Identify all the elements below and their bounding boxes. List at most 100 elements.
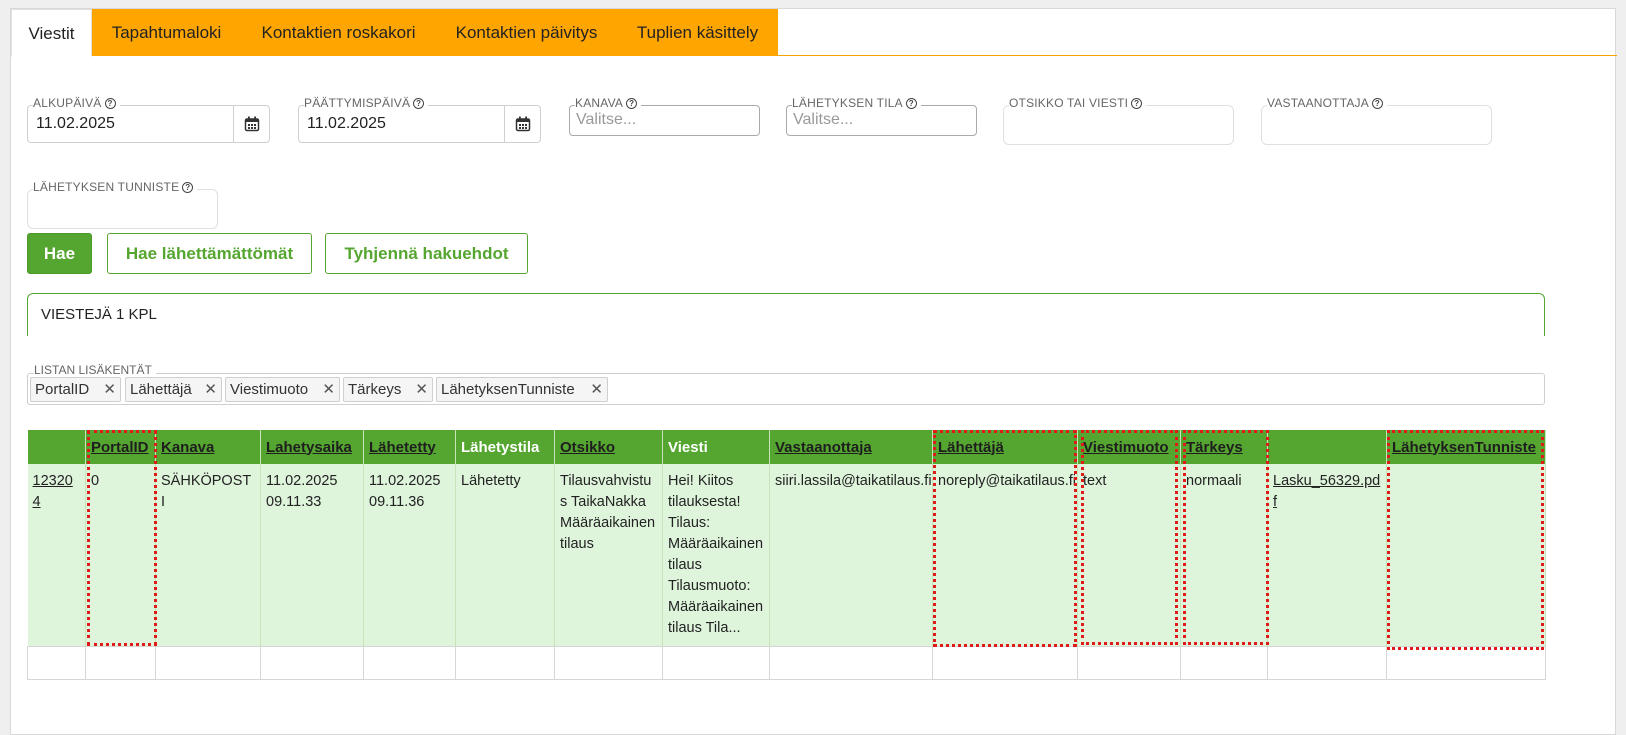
col-header-lahetysaika[interactable]: Lahetysaika [260, 430, 364, 464]
empty-cell [769, 646, 933, 680]
cell-attachment: Lasku_56329.pdf [1267, 464, 1387, 647]
tab-viestit[interactable]: Viestit [11, 9, 92, 57]
app-frame: Viestit Tapahtumaloki Kontaktien roskako… [10, 8, 1617, 735]
clear-filters-button[interactable]: Tyhjennä hakuehdot [325, 233, 528, 274]
tab-kontaktien-roskakori[interactable]: Kontaktien roskakori [241, 9, 436, 56]
remove-chip-icon[interactable]: ✕ [415, 378, 428, 401]
col-header-portalid[interactable]: PortalID [85, 430, 156, 464]
col-header-kanava[interactable]: Kanava [155, 430, 261, 464]
empty-cell [932, 646, 1078, 680]
chip-label: PortalID [35, 381, 90, 398]
empty-cell [455, 646, 555, 680]
cell-otsikko: Tilausvahvistus TaikaNakka Määräaikainen… [554, 464, 663, 647]
end-date-value: 11.02.2025 [307, 115, 386, 132]
cell-lahettaja: noreply@taikatilaus.fi [932, 464, 1078, 647]
subject-label: OTSIKKO TAI VIESTI? [1009, 96, 1147, 110]
chip-label: Viestimuoto [230, 381, 309, 398]
table-header-row: PortalID Kanava Lahetysaika Lähetetty Lä… [27, 430, 1546, 464]
cell-id: 123204 [27, 464, 86, 647]
cell-kanava: SÄHKÖPOSTI [155, 464, 261, 647]
send-status-placeholder: Valitse... [793, 111, 854, 128]
chip-lahetyksentunniste: LähetyksenTunniste ✕ [436, 377, 608, 402]
start-date-field: 11.02.2025 ALKUPÄIVÄ? [27, 96, 270, 143]
start-date-label: ALKUPÄIVÄ? [33, 96, 120, 110]
table-row: 123204 0 SÄHKÖPOSTI 11.02.2025 09.11.33 … [27, 464, 1546, 647]
start-date-input[interactable]: 11.02.2025 [27, 105, 270, 143]
tab-kontaktien-paivitys[interactable]: Kontaktien päivitys [436, 9, 617, 56]
col-header-viestimuoto[interactable]: Viestimuoto [1077, 430, 1181, 464]
channel-placeholder: Valitse... [576, 111, 637, 128]
col-header-vastaanottaja[interactable]: Vastaanottaja [769, 430, 933, 464]
table-empty-row [27, 646, 1546, 680]
attachment-link[interactable]: Lasku_56329.pdf [1273, 473, 1380, 510]
col-header-tarkeys[interactable]: Tärkeys [1180, 430, 1268, 464]
extra-fields-select[interactable]: LISTAN LISÄKENTÄT PortalID ✕ Lähettäjä ✕ V… [27, 363, 1545, 405]
channel-label: KANAVA? [575, 96, 642, 110]
calendar-icon[interactable] [504, 106, 540, 142]
empty-cell [363, 646, 456, 680]
remove-chip-icon[interactable]: ✕ [322, 378, 335, 401]
cell-lahetyksentunniste [1386, 464, 1546, 647]
recipient-label: VASTAANOTTAJA? [1267, 96, 1387, 110]
extra-fields-label: LISTAN LISÄKENTÄT [34, 363, 156, 377]
help-icon[interactable]: ? [1371, 98, 1383, 110]
chip-tarkeys: Tärkeys ✕ [343, 377, 433, 402]
send-id-field: LÄHETYKSEN TUNNISTE? [27, 180, 218, 229]
empty-cell [1077, 646, 1181, 680]
calendar-icon[interactable] [233, 106, 269, 142]
recipient-input[interactable] [1261, 105, 1492, 145]
help-icon[interactable]: ? [104, 98, 116, 110]
chip-lahettaja: Lähettäjä ✕ [125, 377, 222, 402]
empty-cell [27, 646, 86, 680]
col-header-id [27, 430, 86, 464]
tab-tapahtumaloki[interactable]: Tapahtumaloki [92, 9, 241, 56]
remove-chip-icon[interactable]: ✕ [590, 378, 603, 401]
cell-portalid: 0 [85, 464, 156, 647]
empty-cell [1180, 646, 1268, 680]
result-count: VIESTEJÄ 1 KPL [41, 306, 157, 323]
chip-portalid: PortalID ✕ [30, 377, 121, 402]
end-date-label: PÄÄTTYMISPÄIVÄ? [304, 96, 429, 110]
chip-label: Lähettäjä [130, 381, 192, 398]
channel-field: Valitse... KANAVA? [569, 96, 760, 136]
col-header-otsikko[interactable]: Otsikko [554, 430, 663, 464]
cell-lahetystila: Lähetetty [455, 464, 555, 647]
subject-field: OTSIKKO TAI VIESTI? [1003, 96, 1234, 145]
cell-viesti: Hei! Kiitos tilauksesta! Tilaus: Määräai… [662, 464, 770, 647]
cell-lahetetty: 11.02.2025 09.11.36 [363, 464, 456, 647]
chip-label: LähetyksenTunniste [441, 381, 575, 398]
help-icon[interactable]: ? [1131, 98, 1143, 110]
cell-vastaanottaja: siiri.lassila@taikatilaus.fi [769, 464, 933, 647]
send-id-input[interactable] [27, 189, 218, 229]
search-unsent-button[interactable]: Hae lähettämättömät [107, 233, 312, 274]
help-icon[interactable]: ? [905, 98, 917, 110]
empty-cell [85, 646, 156, 680]
col-header-viesti: Viesti [662, 430, 770, 464]
col-header-lahettaja[interactable]: Lähettäjä [932, 430, 1078, 464]
messages-table: PortalID Kanava Lahetysaika Lähetetty Lä… [27, 430, 1546, 680]
col-header-lahetetty[interactable]: Lähetetty [363, 430, 456, 464]
chip-viestimuoto: Viestimuoto ✕ [225, 377, 340, 402]
remove-chip-icon[interactable]: ✕ [204, 378, 217, 401]
empty-cell [260, 646, 364, 680]
remove-chip-icon[interactable]: ✕ [103, 378, 116, 401]
search-button[interactable]: Hae [27, 233, 92, 274]
empty-cell [554, 646, 663, 680]
tab-bar: Viestit Tapahtumaloki Kontaktien roskako… [11, 9, 1617, 57]
tab-tuplien-kasittely[interactable]: Tuplien käsittely [617, 9, 778, 56]
send-status-label: LÄHETYKSEN TILA? [792, 96, 921, 110]
col-header-lahetystila: Lähetystila [455, 430, 555, 464]
subject-input[interactable] [1003, 105, 1234, 145]
col-header-attachment [1267, 430, 1387, 464]
help-icon[interactable]: ? [413, 98, 425, 110]
empty-cell [155, 646, 261, 680]
message-id-link[interactable]: 123204 [33, 473, 73, 510]
help-icon[interactable]: ? [626, 98, 638, 110]
cell-tarkeys: normaali [1180, 464, 1268, 647]
col-header-lahetyksentunniste[interactable]: LähetyksenTunniste [1386, 430, 1546, 464]
start-date-value: 11.02.2025 [36, 115, 115, 132]
end-date-input[interactable]: 11.02.2025 [298, 105, 541, 143]
result-count-panel: VIESTEJÄ 1 KPL [27, 293, 1545, 336]
cell-viestimuoto: text [1077, 464, 1181, 647]
help-icon[interactable]: ? [182, 182, 194, 194]
